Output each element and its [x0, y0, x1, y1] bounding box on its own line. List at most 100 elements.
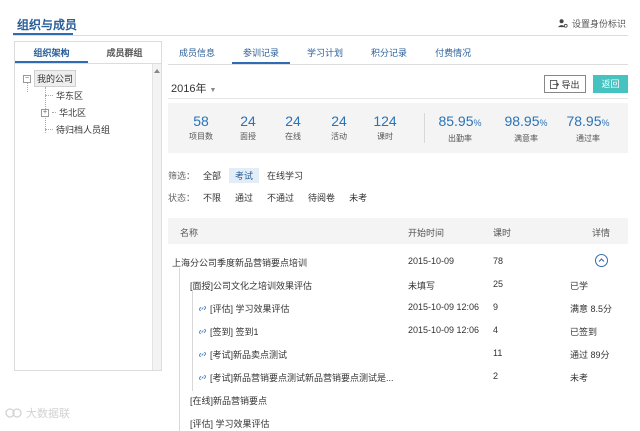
- watermark-text: 大数据联: [26, 408, 70, 420]
- year-toolbar: 2016年 ▼ 导出 返回: [168, 73, 628, 99]
- table-row[interactable]: [在线]新品营销要点: [168, 388, 628, 411]
- tab-member-info[interactable]: 成员信息: [168, 41, 226, 64]
- row-hours: 2: [493, 371, 499, 381]
- row-start: 2015-10-09 12:06: [408, 302, 480, 312]
- link-icon: [199, 328, 206, 335]
- tab-study-plan[interactable]: 学习计划: [296, 41, 354, 64]
- row-start: 未填写: [408, 281, 436, 291]
- row-hours: 11: [493, 348, 503, 358]
- status-label: 状态：: [168, 192, 196, 203]
- stat-activities: 24 活动: [314, 113, 364, 142]
- stat-attendance: 85.95% 出勤率: [430, 113, 490, 144]
- row-detail: 未考: [570, 373, 589, 383]
- table-row[interactable]: 上海分公司季度新品营销要点培训 2015-10-09 78: [168, 250, 628, 273]
- col-start: 开始时间: [408, 228, 445, 238]
- status-filter: 状态： 不限 通过 不通过 待阅卷 未考: [168, 189, 628, 205]
- chevron-up-icon: [598, 258, 605, 262]
- status-failed[interactable]: 不通过: [261, 190, 300, 205]
- table-row[interactable]: [评估] 学习效果评估: [168, 411, 628, 431]
- row-name: [评估] 学习效果评估: [210, 304, 290, 314]
- records-table: 名称 开始时间 课时 详情 上海分公司季度新品营销要点培训 2015-10-09…: [168, 218, 628, 431]
- row-name: [在线]新品营销要点: [190, 396, 268, 406]
- row-hours: 25: [493, 279, 504, 289]
- tree-node-root[interactable]: − 我的公司: [23, 70, 110, 87]
- type-filter: 筛选： 全部 考试 在线学习: [168, 167, 628, 183]
- stat-value: 124: [373, 113, 397, 129]
- identity-link-label: 设置身份标识: [571, 19, 626, 29]
- export-icon: [550, 79, 560, 89]
- stat-value: 78.95: [566, 113, 602, 129]
- stat-label: 满意率: [514, 134, 538, 143]
- row-hours: 78: [493, 256, 504, 266]
- scroll-up-icon[interactable]: [154, 67, 160, 75]
- status-pending-review[interactable]: 待阅卷: [302, 190, 341, 205]
- row-start: 2015-10-09: [408, 256, 455, 266]
- export-button[interactable]: 导出: [544, 75, 586, 93]
- stat-label: 课时: [377, 132, 393, 141]
- identity-settings-link[interactable]: 设置身份标识: [557, 17, 626, 30]
- watermark: 大数据联: [4, 405, 70, 421]
- tree-node-label: 华北区: [59, 108, 87, 118]
- row-hours: 9: [493, 302, 499, 312]
- collapse-icon[interactable]: −: [23, 74, 31, 83]
- year-selector[interactable]: 2016年 ▼: [171, 80, 216, 96]
- tree-node-archive[interactable]: 待归档人员组: [23, 121, 110, 138]
- stat-value: 24: [285, 113, 301, 129]
- col-name: 名称: [180, 228, 199, 238]
- stat-value: 24: [240, 113, 256, 129]
- stat-satisfaction: 98.95% 满意率: [496, 113, 556, 144]
- sidebar-scrollbar[interactable]: [152, 64, 161, 370]
- status-any[interactable]: 不限: [197, 190, 227, 205]
- table-row[interactable]: [面授]公司文化之培训效果评估 未填写 25 已学: [168, 273, 628, 296]
- row-name: [考试]新品卖点测试: [210, 350, 288, 360]
- stats-panel: 58 项目数 24 面授 24 在线 24 活动 124 课时 85.95% 出…: [168, 103, 628, 153]
- org-tree: − 我的公司 华东区 + 华北区 待归档人员组: [23, 70, 110, 138]
- table-row[interactable]: [考试]新品卖点测试 11 通过 89分: [168, 342, 628, 365]
- chevron-down-icon: ▼: [209, 87, 217, 94]
- tree-node-label: 我的公司: [34, 70, 77, 87]
- expand-icon[interactable]: +: [41, 108, 49, 117]
- stat-unit: %: [473, 118, 482, 128]
- row-start: 2015-10-09 12:06: [408, 325, 480, 335]
- tree-node-north[interactable]: + 华北区: [23, 104, 110, 121]
- stat-pass-rate: 78.95% 通过率: [558, 113, 618, 144]
- stat-unit: %: [539, 118, 548, 128]
- tree-node-east[interactable]: 华东区: [23, 87, 110, 104]
- filter-exam[interactable]: 考试: [229, 167, 260, 183]
- stat-value: 58: [193, 113, 209, 129]
- tab-org-structure[interactable]: 组织架构: [15, 42, 88, 63]
- row-name: [签到] 签到1: [210, 327, 259, 337]
- row-name: [考试]新品营销要点测试新品营销要点测试是...: [210, 373, 394, 383]
- status-passed[interactable]: 通过: [229, 190, 259, 205]
- tab-points-records[interactable]: 积分记录: [360, 41, 418, 64]
- row-name: [评估] 学习效果评估: [190, 419, 270, 429]
- table-row[interactable]: [评估] 学习效果评估 2015-10-09 12:06 9 满意 8.5分: [168, 296, 628, 319]
- tab-member-groups[interactable]: 成员群组: [88, 42, 161, 63]
- filter-label: 筛选：: [168, 170, 196, 181]
- filter-all[interactable]: 全部: [197, 168, 227, 183]
- row-detail: 已签到: [570, 327, 598, 337]
- link-icon: [199, 351, 206, 358]
- stat-offline: 24 面授: [223, 113, 273, 142]
- table-row[interactable]: [签到] 签到1 2015-10-09 12:06 4 已签到: [168, 319, 628, 342]
- back-button[interactable]: 返回: [593, 75, 628, 93]
- user-settings-icon: [557, 19, 568, 28]
- org-sidebar: 组织架构 成员群组 − 我的公司 华东区 + 华北区 待归档人员组: [14, 41, 162, 371]
- stat-label: 出勤率: [448, 134, 472, 143]
- row-detail: 满意 8.5分: [570, 304, 613, 314]
- collapse-row-button[interactable]: [595, 254, 608, 267]
- col-detail: 详情: [592, 228, 611, 238]
- row-detail: 已学: [570, 281, 589, 291]
- filter-online[interactable]: 在线学习: [261, 168, 309, 183]
- tab-training-records[interactable]: 参训记录: [232, 41, 291, 64]
- stat-label: 通过率: [576, 134, 600, 143]
- sidebar-tabs: 组织架构 成员群组: [15, 42, 161, 64]
- tab-payment[interactable]: 付费情况: [424, 41, 482, 64]
- stat-online: 24 在线: [268, 113, 318, 142]
- tree-node-label: 待归档人员组: [56, 125, 111, 135]
- link-icon: [199, 305, 206, 312]
- member-tabs: 成员信息 参训记录 学习计划 积分记录 付费情况: [168, 41, 628, 65]
- link-icon: [199, 374, 206, 381]
- status-not-taken[interactable]: 未考: [343, 190, 373, 205]
- table-row[interactable]: [考试]新品营销要点测试新品营销要点测试是... 2 未考: [168, 365, 628, 388]
